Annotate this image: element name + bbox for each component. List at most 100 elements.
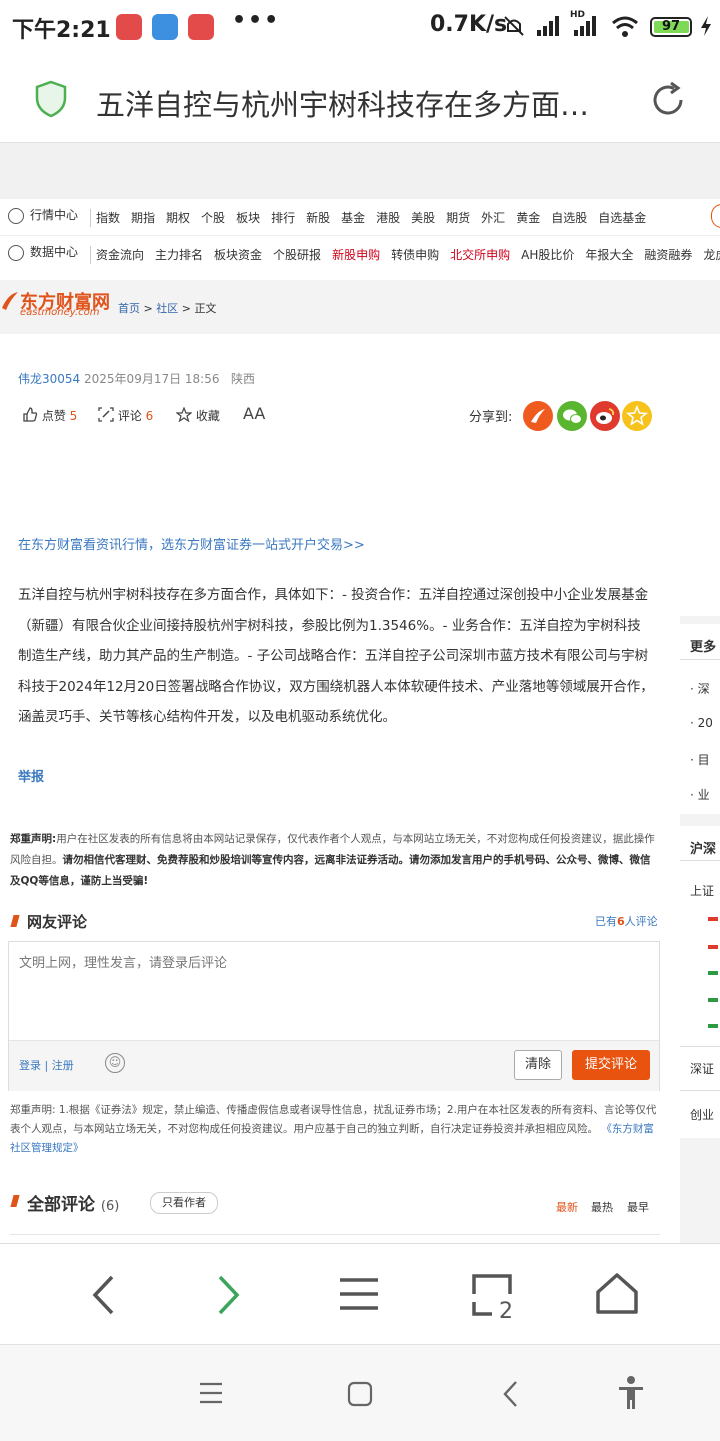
post-location: 陕西 (230, 372, 255, 386)
font-size-button[interactable]: AA (243, 404, 265, 423)
signal-icon (537, 16, 559, 36)
sidebar-news-item[interactable]: · 深 (690, 680, 710, 697)
nav-link[interactable]: 指数 (96, 211, 120, 225)
star-outline-icon (175, 406, 193, 423)
nav-link[interactable]: 主力排名 (155, 248, 203, 262)
legal-text: 郑重声明: 1.根据《证券法》规定，禁止编造、传播虚假信息或者误导性信息，扰乱证… (10, 1104, 657, 1135)
comments-count[interactable]: 已有6人评论 (595, 913, 658, 929)
nav-link[interactable]: 个股 (201, 211, 225, 225)
report-link[interactable]: 举报 (18, 766, 44, 785)
tabs-icon[interactable]: 2 (470, 1272, 518, 1320)
price-mark (708, 945, 718, 949)
sidebar-news-item[interactable]: · 20 (690, 716, 713, 730)
divider (10, 1234, 660, 1235)
nav-link[interactable]: 资金流向 (96, 248, 144, 262)
search-button-edge[interactable] (711, 204, 720, 228)
emoji-icon[interactable]: ☺ (105, 1053, 125, 1073)
nav-link[interactable]: 自选基金 (598, 211, 646, 225)
page-title[interactable]: 五洋自控与杭州宇树科技存在多方面… (96, 82, 589, 124)
wifi-icon (612, 16, 638, 37)
nav-link[interactable]: 基金 (341, 211, 365, 225)
author-link[interactable]: 伟龙30054 (18, 372, 80, 386)
data-center-link[interactable]: 数据中心 (8, 243, 78, 261)
share-wechat-icon[interactable] (557, 401, 587, 431)
disclaimer-label: 郑重声明: (10, 833, 57, 845)
svg-text:2: 2 (499, 1299, 513, 1320)
home-square-icon[interactable] (347, 1381, 373, 1407)
nav-link[interactable]: 黄金 (516, 211, 540, 225)
register-link[interactable]: 注册 (52, 1059, 74, 1072)
nav-link[interactable]: 融资融券 (644, 248, 692, 262)
mute-icon (504, 16, 524, 36)
login-sep: | (41, 1059, 52, 1072)
market-center-link[interactable]: 行情中心 (8, 206, 78, 224)
address-bar[interactable]: 五洋自控与杭州宇树科技存在多方面… (0, 56, 720, 143)
menu-icon[interactable] (338, 1276, 380, 1312)
back-arrow-icon[interactable] (88, 1274, 120, 1316)
post-meta: 伟龙30054 2025年09月17日 18:56 陕西 (18, 370, 255, 387)
nav-link[interactable]: 板块资金 (214, 248, 262, 262)
home-icon[interactable] (594, 1272, 640, 1318)
submit-comment-button[interactable]: 提交评论 (572, 1050, 650, 1080)
nav-link[interactable]: 自选股 (551, 211, 587, 225)
share-qzone-icon[interactable] (622, 401, 652, 431)
share-weibo-icon[interactable] (590, 401, 620, 431)
breadcrumb-community[interactable]: 社区 (156, 302, 178, 315)
system-back-icon[interactable] (500, 1379, 520, 1409)
login-link[interactable]: 登录 (19, 1059, 41, 1072)
clear-button[interactable]: 清除 (514, 1050, 562, 1080)
promo-link[interactable]: 在东方财富看资讯行情，选东方财富证券一站式开户交易>> (18, 534, 365, 553)
news-app-icon-2 (188, 14, 214, 40)
nav-link[interactable]: 个股研报 (273, 248, 321, 262)
recent-apps-icon[interactable] (198, 1381, 224, 1405)
share-eastmoney-icon[interactable] (523, 401, 553, 431)
breadcrumb-sep: > (178, 302, 195, 315)
legal-notice: 郑重声明: 1.根据《证券法》规定，禁止编造、传播虚假信息或者误导性信息，扰乱证… (10, 1101, 660, 1158)
share-label: 分享到: (469, 410, 513, 425)
sh-index-tab[interactable]: 上证 (690, 882, 714, 899)
nav-link[interactable]: 排行 (271, 211, 295, 225)
system-nav-bar (0, 1344, 720, 1441)
nav-link[interactable]: 期指 (131, 211, 155, 225)
nav-link[interactable]: 外汇 (481, 211, 505, 225)
nav-link[interactable]: 板块 (236, 211, 260, 225)
nav-link[interactable]: AH股比价 (521, 248, 574, 262)
favorite-button[interactable]: 收藏 (175, 406, 220, 424)
nav-link[interactable]: 新股申购 (332, 248, 380, 262)
cyb-index-tab[interactable]: 创业 (690, 1106, 714, 1123)
nav-link[interactable]: 年报大全 (585, 248, 633, 262)
refresh-icon[interactable] (648, 80, 688, 120)
sort-latest-tab[interactable]: 最新 (556, 1199, 578, 1215)
disclaimer-warning: 请勿相信代客理财、免费荐股和炒股培训等宣传内容，远离非法证券活动。请勿添加发言用… (10, 854, 651, 887)
nav-link[interactable]: 美股 (411, 211, 435, 225)
sz-index-tab[interactable]: 深证 (690, 1060, 714, 1077)
sidebar-news-item[interactable]: · 目 (690, 751, 710, 768)
only-author-toggle[interactable]: 只看作者 (150, 1192, 218, 1214)
clock: 下午2:21 (12, 18, 111, 43)
sort-hot-tab[interactable]: 最热 (591, 1199, 613, 1215)
like-button[interactable]: 点赞 5 (22, 407, 77, 424)
browser-toolbar: 2 (0, 1243, 720, 1344)
forward-arrow-icon[interactable] (212, 1274, 244, 1316)
data-nav: 数据中心 资金流向 主力排名 板块资金 个股研报 新股申购 转债申购 北交所申购 AH股比价年… (0, 235, 720, 272)
breadcrumb: 首页 > 社区 > 正文 (118, 300, 216, 316)
all-comments-title: 全部评论 (6) (27, 1195, 120, 1215)
comment-button[interactable]: 评论 6 (98, 407, 153, 424)
article-body: 五洋自控与杭州宇树科技存在多方面合作，具体如下：- 投资合作：五洋自控通过深创投… (18, 587, 654, 725)
nav-link[interactable]: 新股 (306, 211, 330, 225)
nav-link[interactable]: 期权 (166, 211, 190, 225)
nav-link[interactable]: 港股 (376, 211, 400, 225)
edit-icon (98, 407, 114, 422)
accessibility-icon[interactable] (616, 1375, 646, 1411)
sidebar-news-item[interactable]: · 业 (690, 786, 710, 803)
nav-link[interactable]: 转债申购 (391, 248, 439, 262)
price-mark (708, 998, 718, 1002)
nav-link[interactable]: 龙虎榜 (703, 248, 720, 262)
sort-earliest-tab[interactable]: 最早 (627, 1199, 649, 1215)
nav-link[interactable]: 期货 (446, 211, 470, 225)
login-register: 登录 | 注册 (19, 1057, 74, 1073)
security-shield-icon[interactable] (34, 80, 68, 118)
nav-link[interactable]: 北交所申购 (450, 248, 510, 262)
breadcrumb-current: 正文 (194, 302, 217, 315)
breadcrumb-home[interactable]: 首页 (118, 302, 140, 315)
